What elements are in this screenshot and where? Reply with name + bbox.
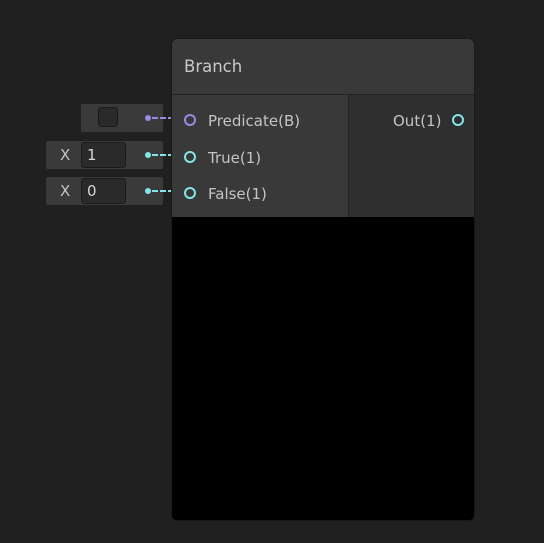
node-title: Branch [184, 57, 243, 76]
output-ports: Out(1) [348, 95, 474, 217]
out-port-icon[interactable] [452, 114, 464, 126]
true-x-label: X [60, 146, 71, 164]
out-port-label: Out(1) [393, 112, 442, 130]
predicate-checkbox[interactable] [98, 107, 118, 127]
input-ports: Predicate(B) True(1) False(1) [172, 95, 348, 217]
predicate-port-label: Predicate(B) [208, 112, 301, 130]
true-connector-dot [145, 152, 151, 158]
predicate-connector-dot [145, 115, 151, 121]
node-header[interactable]: Branch [172, 39, 474, 95]
predicate-port-icon[interactable] [184, 114, 196, 126]
false-port-label: False(1) [208, 185, 267, 203]
false-connector-dot [145, 188, 151, 194]
branch-node[interactable]: Branch Predicate(B) True(1) False(1) Out… [171, 38, 475, 521]
true-port-icon[interactable] [184, 151, 196, 163]
false-port-icon[interactable] [184, 187, 196, 199]
true-port-label: True(1) [208, 149, 262, 167]
false-value-input[interactable]: 0 [81, 178, 126, 204]
true-value-input[interactable]: 1 [81, 142, 126, 168]
false-x-label: X [60, 182, 71, 200]
node-preview [172, 217, 474, 520]
